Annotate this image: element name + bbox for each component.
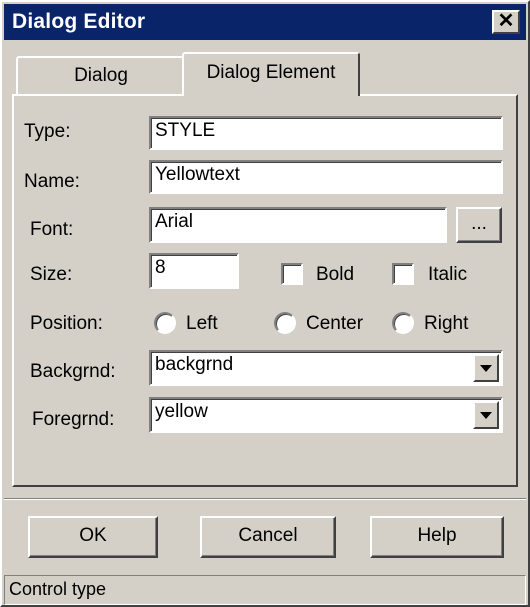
size-label: Size: bbox=[30, 264, 73, 285]
position-center-label: Center bbox=[306, 313, 364, 334]
close-button[interactable]: ✕ bbox=[492, 10, 520, 34]
tab-dialog-label: Dialog bbox=[74, 65, 128, 86]
font-label: Font: bbox=[30, 219, 74, 240]
status-text: Control type bbox=[9, 579, 107, 599]
help-button-label: Help bbox=[417, 525, 457, 546]
position-center-radio[interactable] bbox=[274, 312, 296, 334]
font-value: Arial bbox=[155, 211, 194, 232]
backgrnd-value: backgrnd bbox=[155, 354, 234, 375]
bold-checkbox[interactable] bbox=[281, 263, 303, 285]
foregrnd-combobox[interactable]: yellow bbox=[149, 397, 503, 433]
window-title: Dialog Editor bbox=[12, 10, 146, 33]
dialog-element-panel: Type: STYLE Name: Yellowtext Font: Arial… bbox=[12, 94, 518, 487]
ok-button-label: OK bbox=[79, 525, 107, 546]
type-value: STYLE bbox=[155, 120, 216, 141]
ok-button[interactable]: OK bbox=[28, 516, 158, 558]
backgrnd-label: Backgrnd: bbox=[30, 361, 116, 382]
close-icon: ✕ bbox=[497, 10, 515, 32]
foregrnd-dropdown-chevron-down-icon[interactable] bbox=[473, 401, 499, 429]
position-label: Position: bbox=[30, 313, 103, 334]
name-label: Name: bbox=[24, 171, 80, 192]
font-field[interactable]: Arial bbox=[149, 207, 447, 243]
font-browse-label: ... bbox=[471, 213, 487, 234]
title-bar: Dialog Editor ✕ bbox=[4, 4, 526, 40]
tab-dialog-element[interactable]: Dialog Element bbox=[182, 52, 360, 96]
size-field[interactable]: 8 bbox=[149, 253, 239, 289]
name-field[interactable]: Yellowtext bbox=[149, 160, 503, 194]
bold-label: Bold bbox=[316, 264, 355, 285]
backgrnd-dropdown-chevron-down-icon[interactable] bbox=[473, 354, 499, 382]
status-bar: Control type bbox=[4, 575, 526, 605]
type-label: Type: bbox=[24, 121, 71, 142]
position-left-radio[interactable] bbox=[154, 312, 176, 334]
type-field[interactable]: STYLE bbox=[149, 116, 503, 150]
foregrnd-label: Foregrnd: bbox=[32, 409, 115, 430]
position-left-label: Left bbox=[186, 313, 218, 334]
cancel-button-label: Cancel bbox=[238, 525, 298, 546]
position-right-radio[interactable] bbox=[392, 312, 414, 334]
tab-dialog-element-label: Dialog Element bbox=[206, 62, 336, 83]
foregrnd-value: yellow bbox=[155, 401, 208, 422]
position-right-label: Right bbox=[424, 313, 469, 334]
name-value: Yellowtext bbox=[155, 164, 240, 185]
dialog-editor-window: Dialog Editor ✕ Dialog Dialog Element Ty… bbox=[0, 0, 530, 607]
size-value: 8 bbox=[155, 257, 166, 278]
tab-dialog[interactable]: Dialog bbox=[16, 56, 186, 94]
separator bbox=[4, 498, 526, 500]
font-browse-button[interactable]: ... bbox=[456, 207, 502, 243]
italic-label: Italic bbox=[428, 264, 468, 285]
backgrnd-combobox[interactable]: backgrnd bbox=[149, 350, 503, 386]
cancel-button[interactable]: Cancel bbox=[200, 516, 336, 558]
italic-checkbox[interactable] bbox=[392, 263, 414, 285]
help-button[interactable]: Help bbox=[370, 516, 504, 558]
